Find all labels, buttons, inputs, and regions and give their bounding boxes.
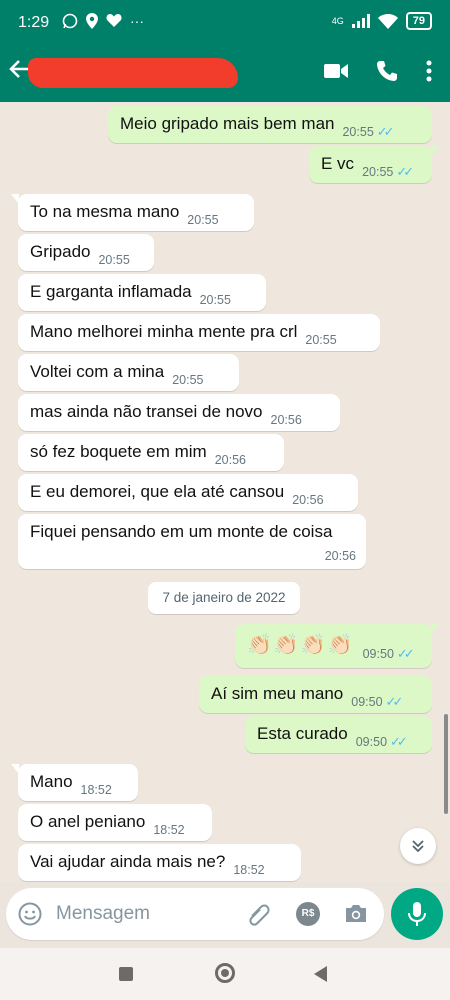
video-call-icon[interactable] [324,62,348,80]
read-ticks-icon: ✓✓ [385,694,404,709]
mic-button[interactable] [391,888,443,940]
status-icons: ··· [62,13,144,29]
emoji-icon[interactable] [18,902,42,926]
message-bubble-incoming[interactable]: O anel peniano 18:52 [18,804,212,841]
message-bubble-incoming[interactable]: Voltei com a mina 20:55 [18,354,239,391]
message-bubble-incoming[interactable]: To na mesma mano 20:55 [11,194,254,231]
mic-icon [408,902,426,926]
more-notifications-icon: ··· [130,13,144,29]
arrow-left-icon[interactable] [8,56,30,86]
message-bubble-incoming[interactable]: só fez boquete em mim 20:56 [18,434,284,471]
system-nav-bar [0,948,450,1000]
home-button[interactable] [215,963,235,983]
status-time: 1:29 [18,14,50,31]
battery-indicator: 79 [405,12,432,30]
read-ticks-icon: ✓✓ [396,164,414,179]
message-bubble-outgoing[interactable]: 👏🏻👏🏻👏🏻👏🏻 09:50 ✓✓ [235,624,439,668]
message-bubble-incoming[interactable]: E garganta inflamada 20:55 [18,274,266,311]
read-ticks-icon: ✓✓ [396,646,415,661]
location-icon [86,13,98,29]
status-right: 4G 79 [332,12,432,30]
contact-name-redacted[interactable] [28,58,238,88]
camera-icon[interactable] [344,902,368,924]
read-ticks-icon: ✓✓ [390,734,408,749]
recents-button[interactable] [119,967,133,981]
message-bubble-outgoing[interactable]: E vc 20:55 ✓✓ [309,146,439,183]
message-input[interactable]: Mensagem [56,903,150,925]
message-bubble-incoming[interactable]: Gripado 20:55 [18,234,154,271]
whatsapp-notification-icon [62,13,78,29]
status-bar: 1:29 ··· 4G 79 [0,0,450,46]
scroll-to-bottom-button[interactable] [400,828,436,864]
double-chevron-down-icon [412,840,424,853]
message-bubble-incoming[interactable]: Fiquei pensando em um monte de coisa 20:5… [18,514,366,569]
date-separator: 7 de janeiro de 2022 [148,582,300,614]
attach-icon[interactable] [246,902,272,926]
signal-icon [351,14,370,28]
back-button[interactable] [314,966,327,982]
payment-button[interactable]: R$ [296,902,320,926]
wifi-icon [377,13,398,29]
scrollbar-thumb[interactable] [444,714,448,814]
network-label: 4G [331,16,344,26]
heart-icon [106,14,122,27]
header-actions [324,60,432,82]
message-bubble-incoming[interactable]: Vai ajudar ainda mais ne? 18:52 [18,844,301,881]
message-bubble-incoming[interactable]: Mano melhorei minha mente pra crl 20:55 [18,314,380,351]
message-bubble-outgoing[interactable]: Esta curado 09:50 ✓✓ [245,716,432,753]
message-bubble-incoming[interactable]: E eu demorei, que ela até cansou 20:56 [18,474,358,511]
phone-icon[interactable] [376,60,398,82]
message-composer: Mensagem R$ [6,888,384,940]
message-bubble-incoming[interactable]: Mano 18:52 [11,764,138,801]
message-bubble-outgoing[interactable]: Aí sim meu mano 09:50 ✓✓ [199,676,432,713]
more-vert-icon[interactable] [426,60,432,82]
chat-header [0,46,450,102]
message-bubble-incoming[interactable]: mas ainda não transei de novo 20:56 [18,394,340,431]
message-bubble-outgoing[interactable]: Meio gripado mais bem man 20:55 ✓✓ [108,106,432,143]
message-list[interactable]: Meio gripado mais bem man 20:55 ✓✓ E vc 20:… [0,102,450,882]
read-ticks-icon: ✓✓ [376,124,395,139]
